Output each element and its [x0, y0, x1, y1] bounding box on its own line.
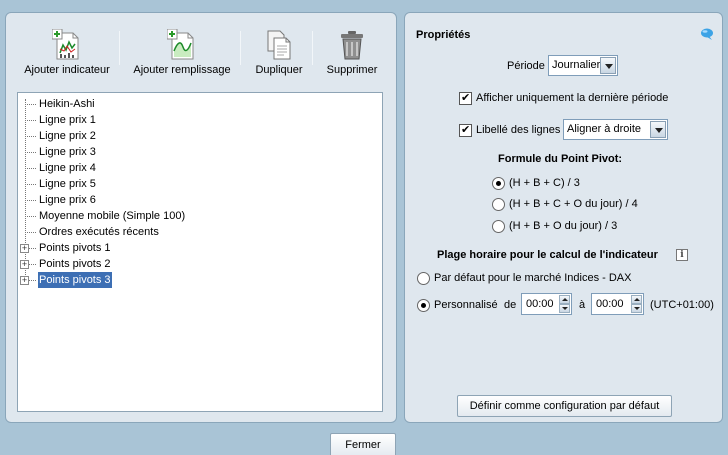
tree-item-label: Ligne prix 3: [39, 146, 96, 158]
formula-option-label: (H + B + C) / 3: [509, 177, 580, 189]
formula-option-label: (H + B + C + O du jour) / 4: [509, 198, 638, 210]
tree-item-label: Ligne prix 1: [39, 114, 96, 126]
help-chat-icon[interactable]: [700, 27, 714, 41]
period-label: Période: [507, 60, 545, 72]
period-value: Journalier: [552, 59, 601, 71]
duplicate-button[interactable]: Dupliquer: [250, 29, 308, 81]
timezone-label: (UTC+01:00): [650, 299, 714, 311]
close-button[interactable]: Fermer: [330, 433, 396, 455]
line-labels-label: Libellé des lignes: [476, 124, 561, 136]
chevron-down-icon: [650, 121, 666, 138]
tree-item-label: Ligne prix 5: [39, 178, 96, 190]
tree-item-label: Moyenne mobile (Simple 100): [39, 210, 186, 222]
to-time-value: 00:00: [596, 298, 624, 310]
add-indicator-button[interactable]: Ajouter indicateur: [22, 28, 112, 81]
toolbar-separator: [240, 31, 241, 65]
last-period-only-checkbox[interactable]: [459, 91, 472, 105]
formula-title: Formule du Point Pivot:: [498, 153, 623, 165]
from-time-value: 00:00: [526, 298, 554, 310]
tree-item-label: Points pivots 1: [39, 242, 111, 254]
indicators-panel: Ajouter indicateur Ajouter remplissage D…: [5, 12, 397, 423]
set-default-config-button[interactable]: Définir comme configuration par défaut: [457, 395, 672, 417]
add-fill-icon: [166, 28, 197, 61]
decrement-arrow-icon[interactable]: [559, 304, 570, 313]
expand-icon[interactable]: +: [20, 260, 29, 269]
delete-label: Supprimer: [326, 64, 378, 76]
properties-title: Propriétés: [416, 29, 471, 41]
period-select[interactable]: Journalier: [548, 55, 618, 76]
line-labels-select[interactable]: Aligner à droite: [563, 119, 668, 140]
info-icon[interactable]: i: [676, 249, 688, 261]
last-period-only-label: Afficher uniquement la dernière période: [476, 92, 669, 104]
expand-icon[interactable]: +: [20, 276, 29, 285]
formula-option-radio[interactable]: [492, 198, 505, 211]
add-fill-button[interactable]: Ajouter remplissage: [132, 28, 232, 81]
duplicate-label: Dupliquer: [255, 64, 303, 76]
increment-arrow-icon[interactable]: [559, 295, 570, 304]
tree-guide-line: [25, 99, 26, 283]
tree-item-label: Heikin-Ashi: [39, 98, 95, 110]
time-range-title: Plage horaire pour le calcul de l'indica…: [437, 249, 658, 261]
formula-option-radio[interactable]: [492, 177, 505, 190]
toolbar-separator: [119, 31, 120, 65]
add-indicator-icon: [51, 28, 82, 61]
formula-option-label: (H + B + O du jour) / 3: [509, 220, 618, 232]
to-time-spinner[interactable]: 00:00: [591, 293, 644, 315]
default-market-radio[interactable]: [417, 272, 430, 285]
decrement-arrow-icon[interactable]: [631, 304, 642, 313]
trash-icon: [337, 29, 367, 61]
tree-item-label: Ordres exécutés récents: [39, 226, 159, 238]
custom-range-radio[interactable]: [417, 299, 430, 312]
chevron-down-icon: [600, 57, 616, 74]
line-labels-value: Aligner à droite: [567, 123, 641, 135]
tree-item-label: Ligne prix 6: [39, 194, 96, 206]
tree-item-label: Ligne prix 2: [39, 130, 96, 142]
formula-option-radio[interactable]: [492, 220, 505, 233]
tree-item-label: Points pivots 3: [38, 272, 112, 288]
line-labels-checkbox[interactable]: [459, 123, 472, 137]
tree-item-label: Ligne prix 4: [39, 162, 96, 174]
from-time-spinner[interactable]: 00:00: [521, 293, 572, 315]
custom-range-label: Personnalisé: [434, 299, 498, 311]
add-indicator-label: Ajouter indicateur: [24, 64, 110, 76]
default-market-label: Par défaut pour le marché Indices - DAX: [434, 272, 632, 284]
expand-icon[interactable]: +: [20, 244, 29, 253]
properties-panel: Propriétés Période Journalier Afficher u…: [404, 12, 723, 423]
from-label: de: [504, 299, 517, 311]
add-fill-label: Ajouter remplissage: [133, 64, 231, 76]
duplicate-icon: [264, 29, 294, 61]
toolbar-separator: [312, 31, 313, 65]
indicator-tree[interactable]: Heikin-Ashi Ligne prix 1 Ligne prix 2 Li…: [17, 92, 383, 412]
increment-arrow-icon[interactable]: [631, 295, 642, 304]
tree-item-label: Points pivots 2: [39, 258, 111, 270]
delete-button[interactable]: Supprimer: [322, 29, 382, 81]
to-label: à: [579, 299, 586, 311]
